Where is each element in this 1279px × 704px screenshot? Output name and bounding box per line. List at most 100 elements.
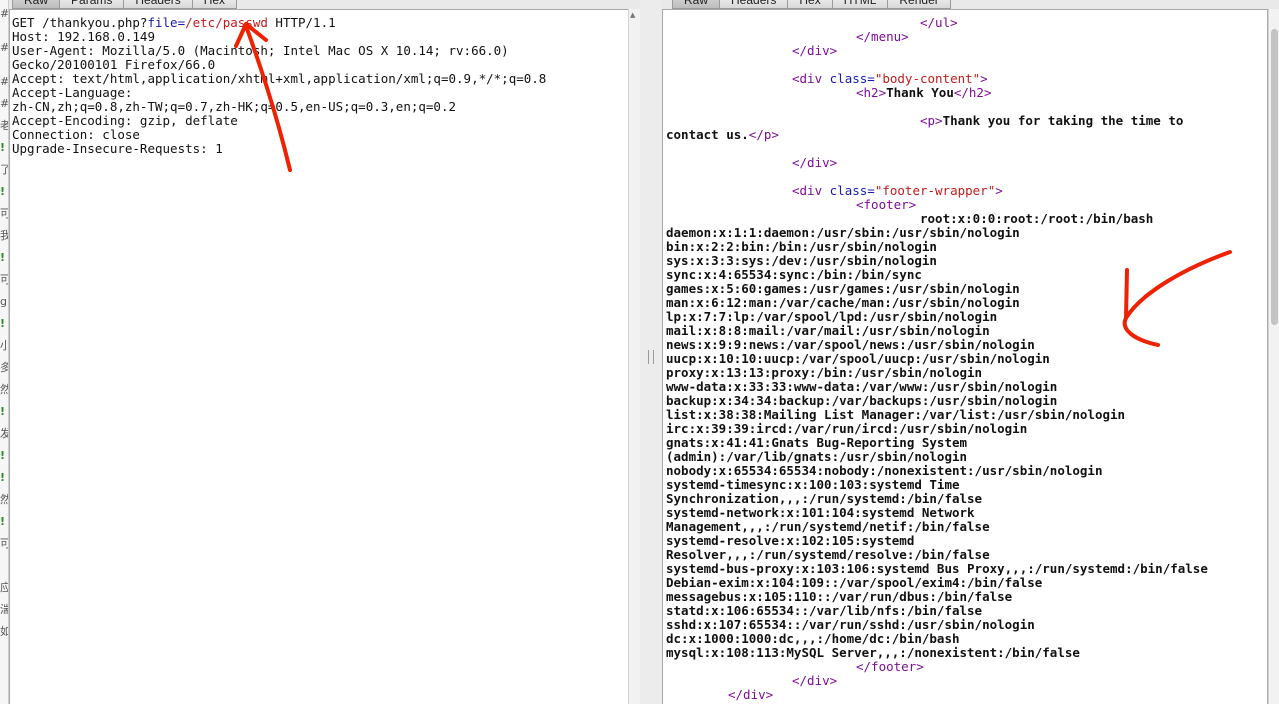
gutter-glyph: 多 <box>0 362 8 374</box>
gutter-glyph: ! <box>0 251 6 264</box>
gutter-glyph: 老 <box>0 120 8 132</box>
request-scrollbar[interactable]: ▲ <box>628 9 640 704</box>
gutter-glyph: ! <box>0 515 6 528</box>
html-line-p-open: <p>Thank you for taking the time to <box>920 114 1183 128</box>
passwd-line: sys:x:3:3:sys:/dev:/usr/sbin/nologin <box>666 253 937 268</box>
gutter-glyph: 如 <box>0 626 8 638</box>
tag-gt: > <box>995 183 1003 198</box>
html-line-div-close-4: </div> <box>728 688 773 702</box>
request-tab-headers[interactable]: Headers <box>123 0 193 9</box>
passwd-line: Debian-exim:x:104:109::/var/spool/exim4:… <box>666 575 1043 590</box>
response-tab-bar: Raw Headers Hex HTML Render <box>672 0 1272 9</box>
passwd-line: man:x:6:12:man:/var/cache/man:/usr/sbin/… <box>666 295 1020 310</box>
gutter-glyph: g <box>0 295 7 308</box>
html-line-ul-close: </ul> <box>920 16 958 30</box>
response-tab-html[interactable]: HTML <box>831 0 889 9</box>
html-line-footer-open: <footer> <box>856 198 916 212</box>
passwd-line: proxy:x:13:13:proxy:/bin:/usr/sbin/nolog… <box>666 365 983 380</box>
request-param-name: file <box>147 15 178 30</box>
passwd-line: messagebus:x:105:110::/var/run/dbus:/bin… <box>666 589 1013 604</box>
tag-h2-open: <h2> <box>856 85 887 100</box>
gutter-glyph: 湍 <box>0 604 8 616</box>
passwd-line: root:x:0:0:root:/root:/bin/bash <box>920 211 1154 226</box>
background-window-gutter: # # # # 老 ! 了 ! 可 我 ! 可 g ! 小 多 然 ! 发 ! … <box>0 0 9 704</box>
request-param-value: /etc/passwd <box>185 15 268 30</box>
tag-div-close: </div> <box>792 43 838 58</box>
gutter-glyph: 我 <box>0 230 8 242</box>
gutter-glyph: 可 <box>0 274 8 286</box>
passwd-line: daemon:x:1:1:daemon:/usr/sbin:/usr/sbin/… <box>666 225 1020 240</box>
request-tab-bar: Raw Params Headers Hex <box>12 0 632 9</box>
request-param-equals: = <box>177 15 186 30</box>
gutter-glyph: # <box>0 97 9 110</box>
response-tab-raw[interactable]: Raw <box>672 0 721 9</box>
response-tab-headers[interactable]: Headers <box>719 0 789 9</box>
gutter-glyph: 然 <box>0 384 8 396</box>
passwd-line: Synchronization,,,:/run/systemd:/bin/fal… <box>666 491 983 506</box>
passwd-line: irc:x:39:39:ircd:/var/run/ircd:/usr/sbin… <box>666 421 1028 436</box>
tag-h2-close: </h2> <box>953 85 992 100</box>
p-text-line-1: Thank you for taking the time to <box>942 113 1184 128</box>
gutter-glyph: ! <box>0 449 6 462</box>
gutter-glyph: 可 <box>0 208 8 220</box>
html-line-h2: <h2>Thank You</h2> <box>856 86 991 100</box>
passwd-line: gnats:x:41:41:Gnats Bug-Reporting System <box>666 435 968 450</box>
tag-div-close: </div> <box>792 155 838 170</box>
gutter-glyph: 发 <box>0 428 8 440</box>
tag-div-open: <div <box>792 71 823 86</box>
html-line-div-close-2: </div> <box>792 156 837 170</box>
attr-class: class <box>829 71 868 86</box>
passwd-line: list:x:38:38:Mailing List Manager:/var/l… <box>666 407 1126 422</box>
p-text-line-2: contact us. <box>666 127 749 142</box>
gutter-glyph: ! <box>0 405 6 418</box>
tag-p-open: <p> <box>920 113 943 128</box>
html-line-div-body-content: <div class="body-content"> <box>792 71 988 86</box>
attr-value-body-content: "body-content" <box>874 71 981 86</box>
passwd-line: statd:x:106:65534::/var/lib/nfs:/bin/fal… <box>666 603 983 618</box>
request-header-line: Accept-Encoding: gzip, deflate <box>12 113 238 128</box>
gutter-glyph: 然 <box>0 494 8 506</box>
passwd-line: www-data:x:33:33:www-data:/var/www:/usr/… <box>666 379 1058 394</box>
request-tab-hex[interactable]: Hex <box>191 0 238 9</box>
passwd-line: dc:x:1000:1000:dc,,,:/home/dc:/bin/bash <box>666 631 960 646</box>
passwd-line: uucp:x:10:10:uucp:/var/spool/uucp:/usr/s… <box>666 351 1050 366</box>
request-editor[interactable]: GET /thankyou.php?file=/etc/passwd HTTP/… <box>9 9 629 704</box>
gutter-glyph: # <box>0 75 9 88</box>
gutter-glyph: ! <box>0 471 6 484</box>
gutter-glyph: # <box>0 7 9 20</box>
tag-gt: > <box>980 71 988 86</box>
passwd-line: nobody:x:65534:65534:nobody:/nonexistent… <box>666 463 1103 478</box>
response-scrollbar[interactable] <box>1268 9 1279 704</box>
html-line-menu-close: </menu> <box>856 30 909 44</box>
passwd-line: systemd-network:x:101:104:systemd Networ… <box>666 505 975 520</box>
request-tab-raw[interactable]: Raw <box>12 0 61 9</box>
tag-ul-close: </ul> <box>920 15 958 30</box>
gutter-glyph: 小 <box>0 340 8 352</box>
request-header-line: Accept-Language: <box>12 85 133 100</box>
response-tab-render[interactable]: Render <box>887 0 951 9</box>
tag-div-open: <div <box>792 183 823 198</box>
html-line-div-close-3: </div> <box>792 674 837 688</box>
passwd-line: systemd-resolve:x:102:105:systemd <box>666 533 915 548</box>
response-viewer[interactable]: </ul> </menu> </div> <div class="body-co… <box>662 9 1268 704</box>
passwd-line: systemd-bus-proxy:x:103:106:systemd Bus … <box>666 561 1208 576</box>
tag-footer-open: <footer> <box>856 197 917 212</box>
request-line: GET /thankyou.php?file=/etc/passwd HTTP/… <box>12 16 336 30</box>
passwd-line: sshd:x:107:65534::/var/run/sshd:/usr/sbi… <box>666 617 1035 632</box>
gutter-glyph: 应 <box>0 582 8 594</box>
response-scroll-thumb[interactable] <box>1271 29 1278 325</box>
scroll-up-arrow-icon[interactable]: ▲ <box>630 11 635 19</box>
gutter-glyph: ! <box>0 141 6 154</box>
passwd-line: mail:x:8:8:mail:/var/mail:/usr/sbin/nolo… <box>666 323 990 338</box>
tag-div-close: </div> <box>792 673 838 688</box>
tag-footer-close: </footer> <box>856 659 924 674</box>
passwd-line: sync:x:4:65534:sync:/bin:/bin/sync <box>666 267 922 282</box>
html-line-footer-close: </footer> <box>856 660 924 674</box>
html-line-div-close: </div> <box>792 44 837 58</box>
passwd-line: bin:x:2:2:bin:/bin:/usr/sbin/nologin <box>666 239 937 254</box>
passwd-line: games:x:5:60:games:/usr/games:/usr/sbin/… <box>666 281 1020 296</box>
splitter-grip-icon[interactable] <box>648 350 654 364</box>
response-tab-hex[interactable]: Hex <box>787 0 833 9</box>
html-line-p-cont: contact us.</p> <box>666 128 779 142</box>
request-tab-params[interactable]: Params <box>59 0 125 9</box>
